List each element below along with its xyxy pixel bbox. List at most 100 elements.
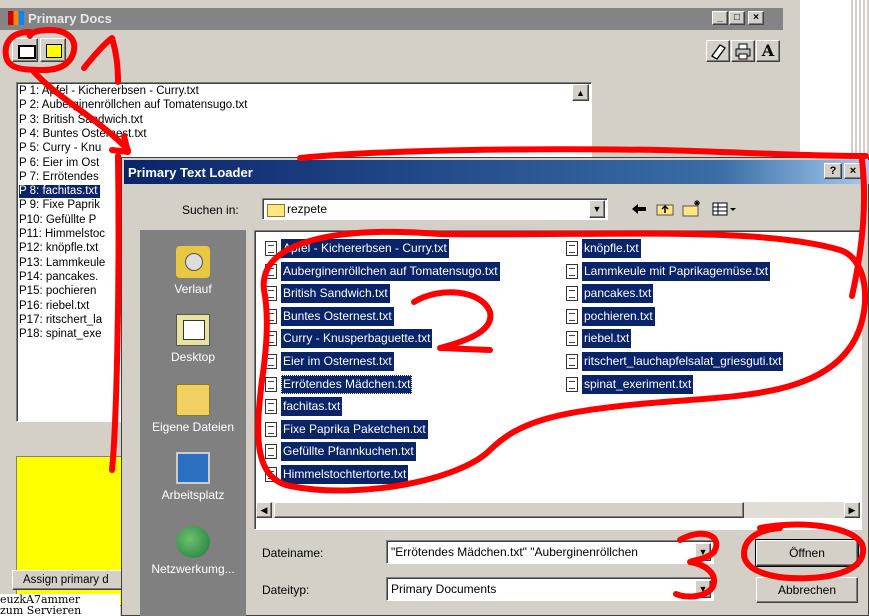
look-in-toolbar xyxy=(624,198,764,220)
filename-value: "Errötendes Mädchen.txt" "Auberginenröll… xyxy=(391,545,638,559)
network-globe-icon xyxy=(176,526,210,558)
primary-docs-titlebar: Primary Docs _ □ × xyxy=(0,8,783,30)
places-item-history[interactable]: Verlauf xyxy=(140,246,246,296)
primary-doc-list-item[interactable]: P 9: Fixe Paprik xyxy=(19,199,103,212)
document-text-preview: euzkA7ammer zum Servieren xyxy=(0,594,120,616)
split-window-button[interactable] xyxy=(40,38,66,62)
assign-primary-button[interactable]: Assign primary d xyxy=(12,570,132,590)
font-button[interactable]: A xyxy=(756,40,780,62)
computer-icon xyxy=(176,452,210,484)
dialog-title: Primary Text Loader xyxy=(128,165,253,180)
text-document-icon xyxy=(265,331,277,347)
close-button[interactable]: × xyxy=(748,11,764,25)
scroll-right-button[interactable]: ▶ xyxy=(844,502,860,518)
dialog-titlebar: Primary Text Loader ? × xyxy=(124,160,869,184)
text-document-icon xyxy=(265,308,277,324)
text-document-icon xyxy=(566,331,578,347)
places-item-network[interactable]: Netzwerkumg... xyxy=(140,526,246,576)
primary-doc-list-item[interactable]: P17: ritschert_la xyxy=(19,314,105,327)
file-item-name: pochieren.txt xyxy=(582,306,655,326)
yellow-window-icon xyxy=(46,44,62,58)
file-item-name: fachitas.txt xyxy=(281,397,343,417)
filename-field[interactable]: "Errötendes Mädchen.txt" "Auberginenröll… xyxy=(386,540,714,564)
view-menu-icon[interactable] xyxy=(712,201,738,217)
primary-doc-list-item[interactable]: P11: Himmelstoc xyxy=(19,228,108,241)
file-item-name: Apfel - Kichererbsen - Curry.txt xyxy=(281,239,449,258)
up-folder-icon[interactable] xyxy=(656,200,674,217)
text-document-icon xyxy=(265,444,277,460)
text-document-icon xyxy=(566,376,578,392)
primary-doc-list-item[interactable]: P12: knöpfle.txt xyxy=(19,242,101,255)
text-document-icon xyxy=(265,354,277,369)
places-item-desktop[interactable]: Desktop xyxy=(140,314,246,364)
primary-doc-list-item[interactable]: P 1: Apfel - Kichererbsen - Curry.txt xyxy=(19,85,202,98)
file-item-name: knöpfle.txt xyxy=(582,239,641,258)
eraser-icon xyxy=(711,44,726,60)
primary-doc-list-item[interactable]: P 3: British Sandwich.txt xyxy=(19,114,146,127)
text-document-icon xyxy=(265,241,277,256)
chevron-down-icon[interactable]: ▼ xyxy=(695,543,711,561)
primary-doc-list-item[interactable]: P16: riebel.txt xyxy=(19,300,92,313)
places-item-label: Verlauf xyxy=(174,282,212,296)
app-icon xyxy=(8,11,24,25)
filetype-label: Dateityp: xyxy=(262,583,310,597)
maximize-button[interactable]: □ xyxy=(729,11,745,25)
chevron-down-icon[interactable]: ▼ xyxy=(695,580,711,598)
file-item-name: Fixe Paprika Paketchen.txt xyxy=(281,419,428,439)
text-document-icon xyxy=(265,376,277,392)
primary-doc-list-item[interactable]: P15: pochieren xyxy=(19,285,99,298)
scroll-thumb[interactable] xyxy=(274,502,744,518)
file-item-name: Curry - Knusperbaguette.txt xyxy=(281,329,433,349)
window-icon xyxy=(18,45,36,59)
chevron-down-icon[interactable]: ▼ xyxy=(589,200,605,218)
text-document-icon xyxy=(265,399,277,415)
file-list-horizontal-scrollbar[interactable]: ◀ ▶ xyxy=(256,502,860,518)
text-document-icon xyxy=(265,263,277,279)
primary-doc-list-item[interactable]: P 2: Auberginenröllchen auf Tomatensugo.… xyxy=(19,99,250,112)
file-item-name: Himmelstochtertorte.txt xyxy=(281,465,409,484)
single-window-button[interactable] xyxy=(12,38,38,62)
list-scroll-up-button[interactable]: ▲ xyxy=(572,84,589,101)
scroll-left-button[interactable]: ◀ xyxy=(256,502,272,518)
file-item-name: British Sandwich.txt xyxy=(281,284,390,304)
places-item-my-documents[interactable]: Eigene Dateien xyxy=(140,384,246,434)
primary-doc-list-item[interactable]: P 6: Eier im Ost xyxy=(19,157,102,170)
file-item-name: Eier im Osternest.txt xyxy=(281,352,394,371)
look-in-dropdown[interactable]: rezpete ▼ xyxy=(262,198,608,220)
history-icon xyxy=(176,246,210,278)
print-button[interactable] xyxy=(731,40,755,62)
file-item-name: Errötendes Mädchen.txt xyxy=(281,374,413,394)
file-item-name: riebel.txt xyxy=(582,329,632,349)
my-documents-folder-icon xyxy=(176,384,210,416)
file-item-name: Auberginenröllchen auf Tomatensugo.txt xyxy=(281,261,500,281)
file-item-name: spinat_exeriment.txt xyxy=(582,374,694,394)
eraser-button[interactable] xyxy=(706,40,730,62)
primary-doc-list-item[interactable]: P 5: Curry - Knu xyxy=(19,142,104,155)
primary-doc-list-item[interactable]: P 7: Errötendes xyxy=(19,171,102,184)
primary-doc-list-item[interactable]: P10: Gefüllte P xyxy=(19,214,99,227)
text-document-icon xyxy=(265,421,277,437)
places-item-label: Desktop xyxy=(170,350,216,364)
file-item-name: pancakes.txt xyxy=(582,284,654,304)
text-document-icon xyxy=(265,286,277,302)
places-item-my-computer[interactable]: Arbeitsplatz xyxy=(140,452,246,502)
primary-doc-list-item[interactable]: P14: pancakes. xyxy=(19,271,101,284)
background-texture xyxy=(851,0,869,160)
look-in-label: Suchen in: xyxy=(182,203,239,217)
dialog-close-button[interactable]: × xyxy=(844,163,862,179)
text-document-icon xyxy=(566,241,578,256)
look-in-value: rezpete xyxy=(287,202,328,216)
minimize-button[interactable]: _ xyxy=(712,11,728,25)
open-button[interactable]: Öffnen xyxy=(755,539,859,567)
cancel-button[interactable]: Abbrechen xyxy=(756,577,858,603)
new-folder-icon[interactable] xyxy=(682,199,702,217)
places-item-label: Eigene Dateien xyxy=(151,420,235,434)
primary-doc-list-item[interactable]: P18: spinat_exe xyxy=(19,328,104,341)
primary-doc-list-item[interactable]: P 8: fachitas.txt xyxy=(19,185,101,199)
places-item-label: Arbeitsplatz xyxy=(161,488,225,502)
filetype-dropdown[interactable]: Primary Documents ▼ xyxy=(386,577,714,601)
primary-doc-list-item[interactable]: P 4: Buntes Osternest.txt xyxy=(19,128,150,141)
help-button[interactable]: ? xyxy=(824,163,842,179)
back-arrow-icon[interactable] xyxy=(630,201,648,217)
primary-doc-list-item[interactable]: P13: Lammkeule xyxy=(19,257,108,270)
